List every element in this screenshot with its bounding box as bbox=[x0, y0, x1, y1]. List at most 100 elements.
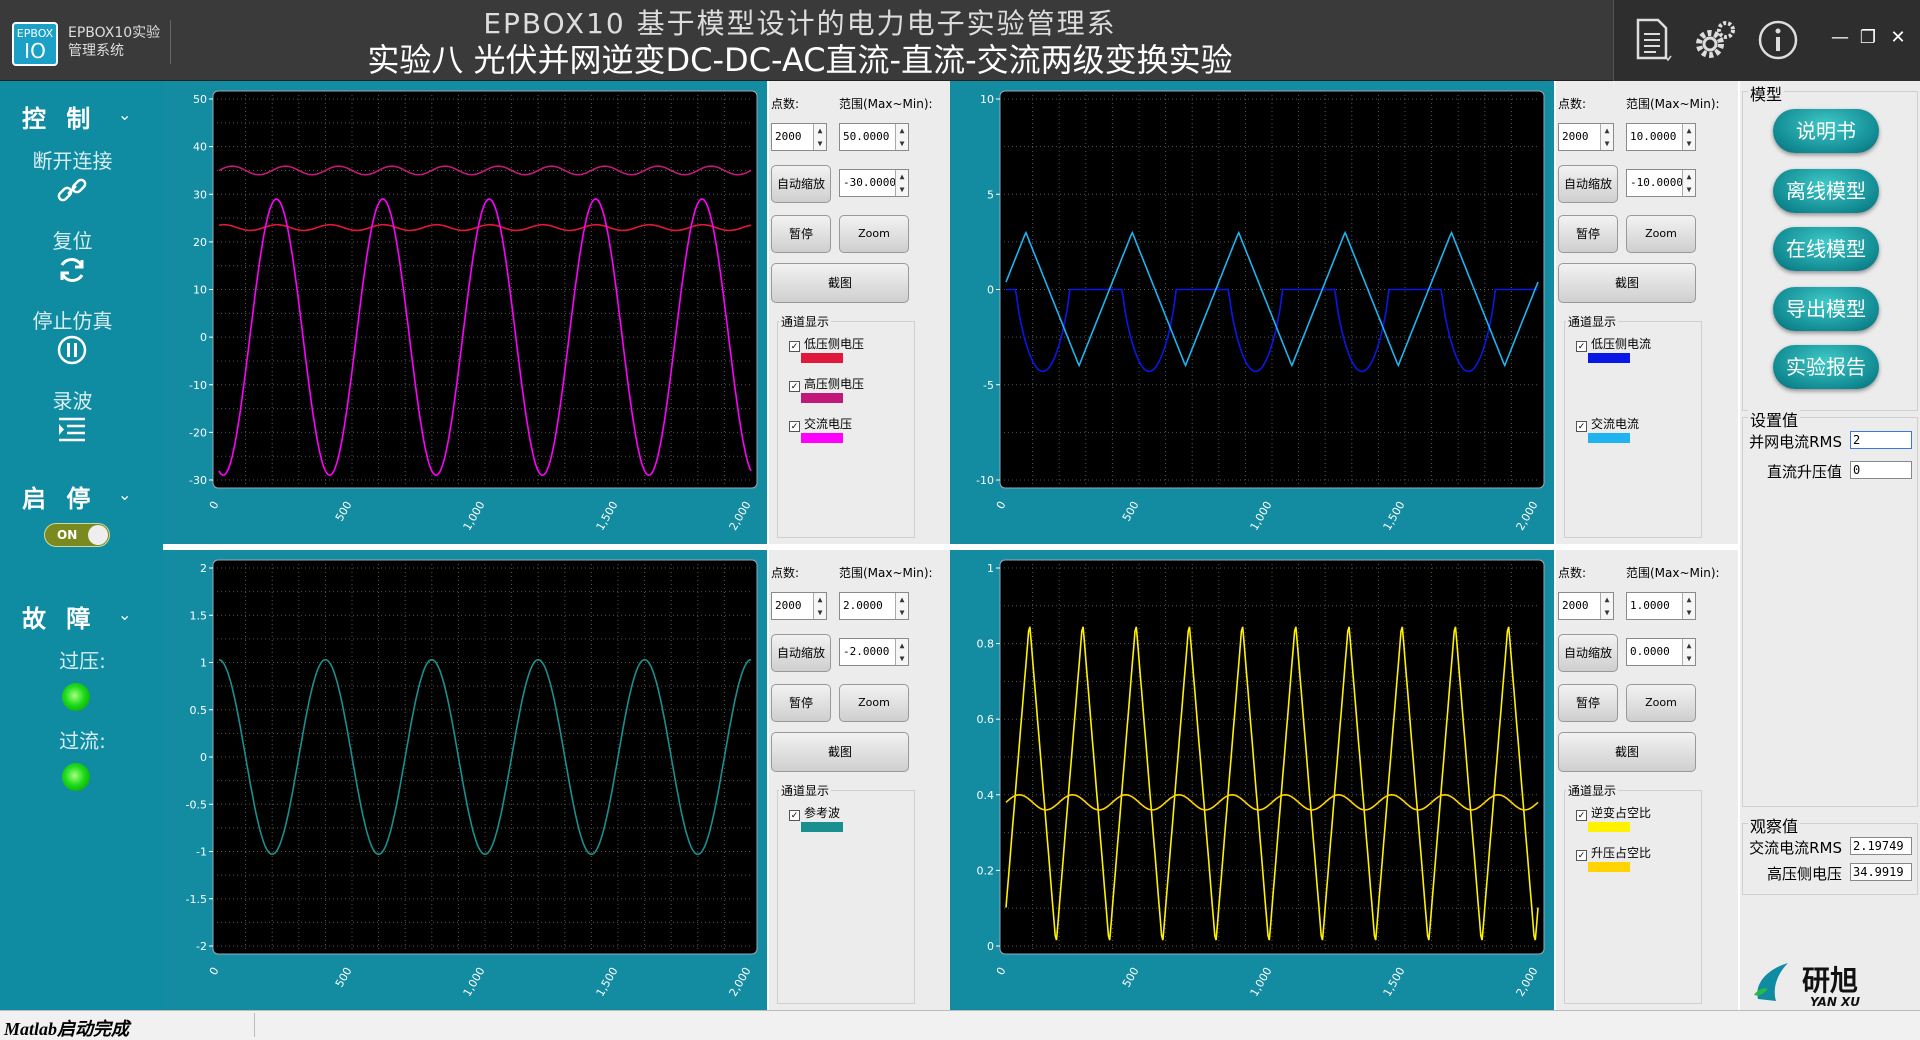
x-tick-label: 1,500 bbox=[594, 499, 621, 533]
screenshot-button[interactable]: 截图 bbox=[1558, 732, 1696, 772]
zoom-button[interactable]: Zoom bbox=[1626, 215, 1696, 253]
spinner-arrows-icon[interactable]: ▲ ▼ bbox=[1682, 639, 1695, 665]
chevron-down-icon[interactable]: ⌄ bbox=[118, 605, 131, 624]
title-bar: EPBOX IO EPBOX10实验管理系统 EPBOX10 基于模型设计的电力… bbox=[0, 0, 1920, 81]
spinner-arrows-icon[interactable]: ▲ ▼ bbox=[895, 639, 908, 665]
chevron-down-icon[interactable]: ⌄ bbox=[118, 485, 131, 504]
autoscale-button[interactable]: 自动缩放 bbox=[1558, 634, 1618, 672]
range-max-input[interactable]: 10.0000 ▲ ▼ bbox=[1626, 123, 1696, 151]
export-model-button[interactable]: 导出模型 bbox=[1773, 287, 1879, 331]
x-tick-label: 1,000 bbox=[461, 499, 488, 533]
link-icon[interactable] bbox=[54, 173, 90, 209]
checkbox-check-icon[interactable]: ✓ bbox=[1576, 341, 1587, 352]
zoom-button[interactable]: Zoom bbox=[1626, 684, 1696, 722]
range-max-input[interactable]: 1.0000 ▲ ▼ bbox=[1626, 592, 1696, 620]
hv-side-voltage-value: 34.9919 bbox=[1850, 863, 1912, 881]
refresh-icon[interactable] bbox=[54, 253, 90, 289]
restore-icon[interactable]: ❐ bbox=[1856, 26, 1880, 50]
chart-3[interactable]: 21.510.50-0.5-1-1.5-20 500 1,000 1,500 2,000 bbox=[163, 550, 767, 1010]
screenshot-button[interactable]: 截图 bbox=[771, 732, 909, 772]
zoom-button[interactable]: Zoom bbox=[839, 684, 909, 722]
y-tick-label: 0.2 bbox=[977, 864, 995, 877]
range-max-input[interactable]: 50.0000 ▲ ▼ bbox=[839, 123, 909, 151]
screenshot-button[interactable]: 截图 bbox=[1558, 263, 1696, 303]
dc-boost-value-input[interactable]: 0 bbox=[1850, 461, 1912, 479]
spinner-arrows-icon[interactable]: ▲ ▼ bbox=[895, 593, 908, 619]
range-min-input[interactable]: -30.0000 ▲ ▼ bbox=[839, 169, 909, 197]
points-input[interactable]: 2000 ▲ ▼ bbox=[771, 592, 827, 620]
title-toolbar: — ❐ ✕ bbox=[1613, 0, 1920, 81]
channel-display-group bbox=[777, 790, 915, 1004]
checkbox-check-icon[interactable]: ✓ bbox=[1576, 850, 1587, 861]
spinner-arrows-icon[interactable]: ▲ ▼ bbox=[895, 170, 908, 196]
y-tick-label: 1 bbox=[987, 562, 994, 575]
disconnect-label[interactable]: 断开连接 bbox=[0, 145, 145, 174]
y-tick-label: 5 bbox=[987, 188, 994, 201]
document-icon[interactable] bbox=[1630, 18, 1674, 62]
channel-checkbox[interactable]: ✓ 参考波 bbox=[789, 804, 840, 821]
spinner-arrows-icon[interactable]: ▲ ▼ bbox=[1600, 593, 1613, 619]
chart-1[interactable]: 50403020100-10-20-300 500 1,000 1,500 2,000 bbox=[163, 81, 767, 544]
manual-button[interactable]: 说明书 bbox=[1773, 109, 1879, 153]
range-min-input[interactable]: -2.0000 ▲ ▼ bbox=[839, 638, 909, 666]
spinner-arrows-icon[interactable]: ▲ ▼ bbox=[1682, 170, 1695, 196]
dc-boost-value-label: 直流升压值 bbox=[1766, 463, 1842, 481]
grid-current-rms-input[interactable]: 2 bbox=[1850, 431, 1912, 449]
x-tick-label: 500 bbox=[333, 965, 355, 990]
checkbox-check-icon[interactable]: ✓ bbox=[789, 341, 800, 352]
range-min-input[interactable]: -10.0000 ▲ ▼ bbox=[1626, 169, 1696, 197]
channel-checkbox[interactable]: ✓ 升压占空比 bbox=[1576, 844, 1651, 861]
channel-checkbox[interactable]: ✓ 逆变占空比 bbox=[1576, 804, 1651, 821]
pause-button[interactable]: 暂停 bbox=[1558, 215, 1618, 253]
offline-model-button[interactable]: 离线模型 bbox=[1773, 169, 1879, 213]
channel-checkbox[interactable]: ✓ 交流电压 bbox=[789, 415, 852, 432]
list-icon[interactable] bbox=[54, 413, 90, 449]
reset-label[interactable]: 复位 bbox=[0, 225, 145, 254]
report-button[interactable]: 实验报告 bbox=[1773, 345, 1879, 389]
autoscale-button[interactable]: 自动缩放 bbox=[771, 634, 831, 672]
close-icon[interactable]: ✕ bbox=[1886, 26, 1910, 50]
spinner-arrows-icon[interactable]: ▲ ▼ bbox=[1600, 124, 1613, 150]
plot-controls: 点数: 范围(Max~Min): 2000 ▲ ▼ 2.0000 ▲ ▼ 自动缩放 -2.0000… bbox=[769, 550, 951, 1010]
checkbox-check-icon[interactable]: ✓ bbox=[1576, 421, 1587, 432]
range-max-input[interactable]: 2.0000 ▲ ▼ bbox=[839, 592, 909, 620]
pause-button[interactable]: 暂停 bbox=[1558, 684, 1618, 722]
pause-icon[interactable] bbox=[54, 333, 90, 369]
channel-checkbox[interactable]: ✓ 交流电流 bbox=[1576, 415, 1639, 432]
points-input[interactable]: 2000 ▲ ▼ bbox=[771, 123, 827, 151]
checkbox-check-icon[interactable]: ✓ bbox=[789, 421, 800, 432]
spinner-arrows-icon[interactable]: ▲ ▼ bbox=[813, 124, 826, 150]
info-icon[interactable] bbox=[1756, 18, 1800, 62]
online-model-button[interactable]: 在线模型 bbox=[1773, 227, 1879, 271]
points-input[interactable]: 2000 ▲ ▼ bbox=[1558, 123, 1614, 151]
checkbox-check-icon[interactable]: ✓ bbox=[789, 810, 800, 821]
minimize-icon[interactable]: — bbox=[1828, 26, 1852, 50]
record-wave-label[interactable]: 录波 bbox=[0, 385, 145, 414]
spinner-arrows-icon[interactable]: ▲ ▼ bbox=[895, 124, 908, 150]
screenshot-button[interactable]: 截图 bbox=[771, 263, 909, 303]
checkbox-check-icon[interactable]: ✓ bbox=[789, 381, 800, 392]
spinner-arrows-icon[interactable]: ▲ ▼ bbox=[813, 593, 826, 619]
channel-checkbox[interactable]: ✓ 高压侧电压 bbox=[789, 375, 864, 392]
pause-button[interactable]: 暂停 bbox=[771, 684, 831, 722]
channel-checkbox[interactable]: ✓ 低压侧电流 bbox=[1576, 335, 1651, 352]
chevron-down-icon[interactable]: ⌄ bbox=[118, 105, 131, 124]
channel-color-swatch bbox=[1588, 822, 1630, 832]
points-input[interactable]: 2000 ▲ ▼ bbox=[1558, 592, 1614, 620]
chart-4[interactable]: 1 0.8 0.6 0.4 0.2 00 500 1,000 1,500 2,000 bbox=[950, 550, 1554, 1010]
chart-2[interactable]: 1050-5-100 500 1,000 1,500 2,000 bbox=[950, 81, 1554, 544]
zoom-button[interactable]: Zoom bbox=[839, 215, 909, 253]
start-stop-toggle[interactable]: ON bbox=[44, 523, 110, 547]
channel-checkbox[interactable]: ✓ 低压侧电压 bbox=[789, 335, 864, 352]
autoscale-button[interactable]: 自动缩放 bbox=[771, 165, 831, 203]
checkbox-check-icon[interactable]: ✓ bbox=[1576, 810, 1587, 821]
stop-simulation-label[interactable]: 停止仿真 bbox=[0, 305, 145, 334]
x-tick-label: 0 bbox=[994, 499, 1009, 512]
spinner-arrows-icon[interactable]: ▲ ▼ bbox=[1682, 593, 1695, 619]
pause-button[interactable]: 暂停 bbox=[771, 215, 831, 253]
autoscale-button[interactable]: 自动缩放 bbox=[1558, 165, 1618, 203]
y-tick-label: 10 bbox=[193, 284, 207, 297]
spinner-arrows-icon[interactable]: ▲ ▼ bbox=[1682, 124, 1695, 150]
gear-icon[interactable] bbox=[1692, 18, 1736, 62]
range-min-input[interactable]: 0.0000 ▲ ▼ bbox=[1626, 638, 1696, 666]
